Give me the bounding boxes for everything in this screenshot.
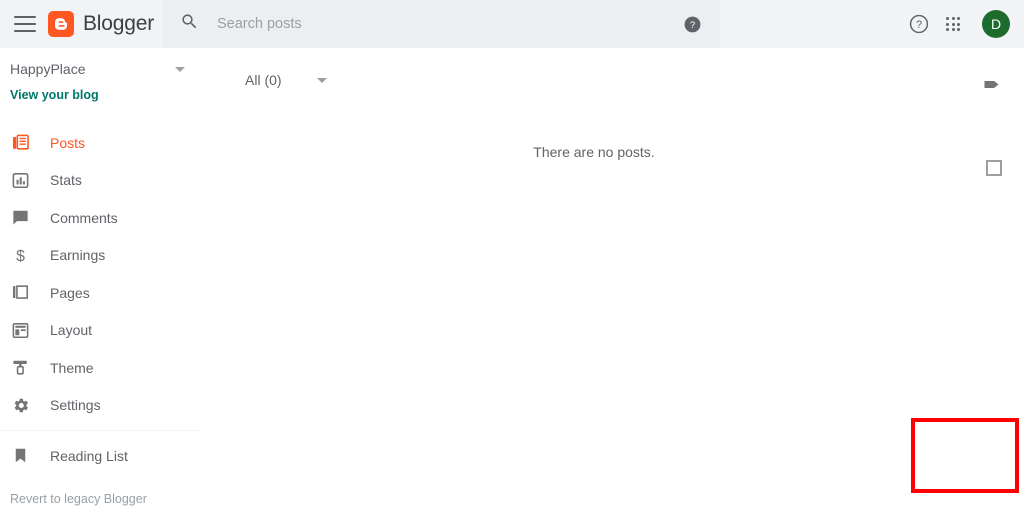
avatar[interactable]: D: [982, 10, 1010, 38]
apps-grid-icon[interactable]: [936, 7, 970, 41]
sidebar: HappyPlace View your blog Posts Stats Co…: [0, 48, 199, 506]
sidebar-item-label: Reading List: [50, 447, 128, 464]
top-header-bar: Blogger ? ?: [0, 0, 1024, 48]
bookmark-icon: [10, 446, 30, 466]
revert-to-legacy-blogger-link[interactable]: Revert to legacy Blogger: [0, 492, 199, 506]
post-filter-dropdown[interactable]: All (0): [245, 72, 327, 88]
help-filled-icon[interactable]: ?: [683, 15, 702, 34]
select-all-checkbox[interactable]: [986, 160, 1002, 176]
apps-dot: [945, 16, 949, 20]
theme-paint-roller-icon: [10, 358, 30, 378]
layout-grid-icon: [10, 320, 30, 340]
brand-name-label: Blogger: [83, 12, 154, 35]
sidebar-item-label: Comments: [50, 209, 118, 226]
blogger-logo-icon: [48, 11, 74, 37]
hamburger-line: [14, 23, 36, 25]
label-tag-icon[interactable]: [981, 74, 1002, 100]
earnings-dollar-icon: $: [10, 245, 30, 265]
sidebar-item-reading-list[interactable]: Reading List: [0, 437, 199, 475]
pages-layers-icon: [10, 283, 30, 303]
sidebar-item-pages[interactable]: Pages: [0, 274, 199, 312]
apps-dot: [951, 16, 955, 20]
sidebar-item-label: Posts: [50, 134, 86, 151]
sidebar-item-settings[interactable]: Settings: [0, 387, 199, 425]
apps-dot: [951, 22, 955, 26]
empty-state-message: There are no posts.: [533, 144, 655, 160]
sidebar-nav: Posts Stats Comments $ Earnings Pages La…: [0, 124, 199, 424]
settings-gear-icon: [10, 395, 30, 415]
view-your-blog-link[interactable]: View your blog: [0, 88, 199, 102]
chevron-down-icon: [175, 66, 185, 72]
sidebar-item-stats[interactable]: Stats: [0, 162, 199, 200]
hamburger-menu-icon[interactable]: [14, 16, 36, 32]
apps-dot: [945, 22, 949, 26]
post-filter-label: All (0): [245, 72, 282, 88]
blog-selector[interactable]: HappyPlace: [0, 52, 199, 86]
search-input[interactable]: [217, 16, 683, 32]
hamburger-line: [14, 16, 36, 18]
blogger-brand[interactable]: Blogger: [48, 11, 154, 37]
sidebar-item-label: Pages: [50, 284, 90, 301]
sidebar-divider: [0, 430, 199, 431]
sidebar-item-layout[interactable]: Layout: [0, 312, 199, 350]
apps-dot: [951, 28, 955, 32]
sidebar-item-earnings[interactable]: $ Earnings: [0, 237, 199, 275]
main-content: All (0) There are no posts.: [199, 48, 1024, 503]
posts-toolbar: All (0): [199, 48, 1024, 176]
apps-dot: [957, 28, 961, 32]
chevron-down-icon: [317, 77, 327, 83]
apps-dot: [957, 22, 961, 26]
sidebar-item-theme[interactable]: Theme: [0, 349, 199, 387]
sidebar-item-label: Theme: [50, 359, 94, 376]
comments-bubble-icon: [10, 208, 30, 228]
svg-text:?: ?: [916, 19, 922, 31]
posts-icon: [10, 133, 30, 153]
stats-bar-chart-icon: [10, 170, 30, 190]
sidebar-item-label: Settings: [50, 397, 101, 414]
apps-dot: [945, 28, 949, 32]
help-outline-icon[interactable]: ?: [902, 7, 936, 41]
sidebar-item-posts[interactable]: Posts: [0, 124, 199, 162]
blog-name-label: HappyPlace: [10, 61, 86, 77]
svg-text:?: ?: [690, 20, 695, 31]
hamburger-line: [14, 30, 36, 32]
sidebar-item-label: Stats: [50, 172, 82, 189]
header-actions: ? D: [902, 0, 1014, 48]
apps-dot: [957, 16, 961, 20]
search-icon: [180, 12, 199, 36]
svg-text:$: $: [16, 248, 25, 265]
search-bar[interactable]: ?: [163, 0, 720, 48]
sidebar-item-label: Earnings: [50, 247, 106, 264]
sidebar-item-comments[interactable]: Comments: [0, 199, 199, 237]
sidebar-item-label: Layout: [50, 322, 93, 339]
